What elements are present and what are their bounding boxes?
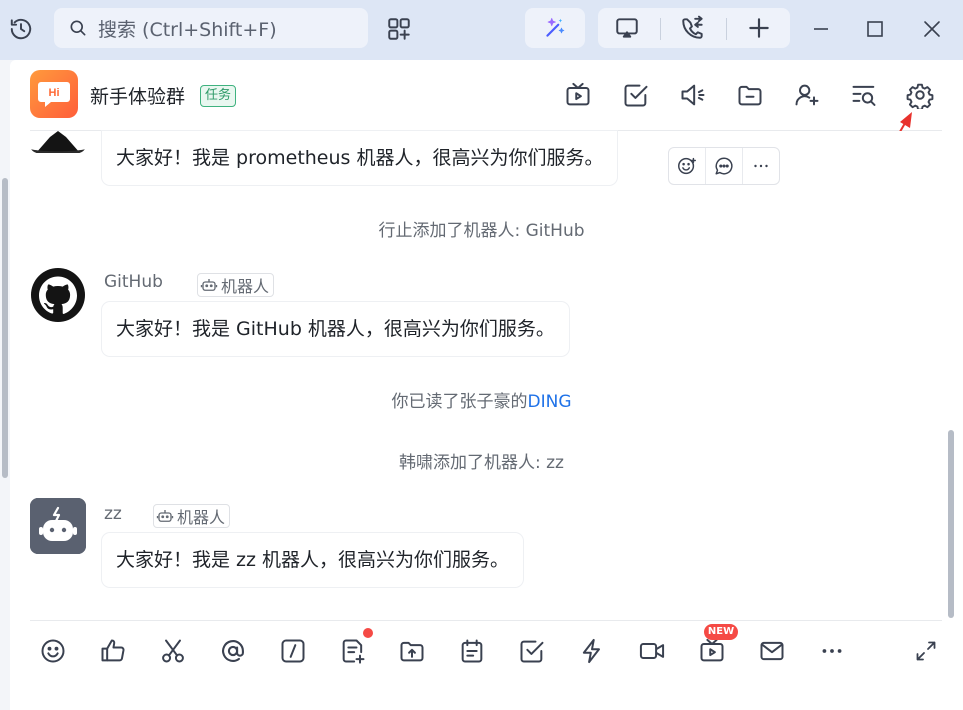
live-tv-icon[interactable] [563,80,593,110]
file-upload-icon[interactable] [397,636,427,666]
call-controls-group [598,8,790,48]
robot-tag-label: 机器人 [221,277,270,296]
folder-icon[interactable] [735,80,765,110]
slash-command-icon[interactable] [278,636,308,666]
ai-sparkle-icon [540,13,570,43]
more-icon[interactable] [817,636,847,666]
emoji-icon[interactable] [38,636,68,666]
robot-icon [156,510,174,522]
settings-icon[interactable] [905,80,935,110]
plus-icon[interactable] [744,13,774,43]
sender-avatar[interactable] [30,131,86,153]
system-message: 行止添加了机器人: GitHub [378,221,585,241]
ai-assistant-button[interactable] [525,8,585,48]
github-avatar[interactable] [30,267,86,323]
calendar-icon[interactable] [457,636,487,666]
thumbs-up-icon[interactable] [98,636,128,666]
group-avatar-text: Hi [49,87,60,99]
add-member-icon[interactable] [792,80,822,110]
todo-check-icon[interactable] [517,636,547,666]
lightning-icon[interactable] [577,636,607,666]
ding-link[interactable]: DING [528,392,572,412]
search-input[interactable]: 搜索 (Ctrl+Shift+F) [54,8,368,48]
group-avatar[interactable]: Hi [30,70,78,118]
system-message: 你已读了张子豪的DING [0,387,963,412]
title-bar: 搜索 (Ctrl+Shift+F) [0,0,963,60]
system-message-text: 你已读了张子豪的 [391,392,528,412]
toolbar-divider [30,620,942,621]
robot-tag: 机器人 [153,504,231,528]
sidebar-scrollbar[interactable] [2,178,8,478]
expand-icon[interactable] [911,636,941,666]
search-history-icon[interactable] [849,80,879,110]
message-hover-actions [668,147,780,185]
emoji-reply-icon[interactable] [669,148,706,184]
robot-icon [200,279,218,291]
sender-name[interactable]: zz [104,504,122,524]
sender-name[interactable]: GitHub [104,272,163,292]
live-icon[interactable] [697,636,727,666]
screen-share-icon[interactable] [612,13,642,43]
history-icon[interactable] [6,14,36,44]
new-badge: NEW [704,624,738,640]
message-scrollbar[interactable] [948,430,954,618]
at-mention-icon[interactable] [218,636,248,666]
search-placeholder: 搜索 (Ctrl+Shift+F) [98,18,277,41]
doc-add-icon[interactable] [338,636,368,666]
zz-robot-avatar[interactable] [30,498,86,554]
robot-tag: 机器人 [197,273,275,297]
minimize-icon[interactable] [806,14,836,44]
robot-tag-label: 机器人 [177,508,226,527]
video-call-icon[interactable] [637,636,667,666]
message-bubble[interactable]: 大家好！我是 GitHub 机器人，很高兴为你们服务。 [102,302,569,356]
reply-thread-icon[interactable] [706,148,743,184]
message-bubble[interactable]: 大家好！我是 zz 机器人，很高兴为你们服务。 [102,533,524,587]
close-icon[interactable] [917,14,947,44]
apps-add-icon[interactable] [384,14,414,44]
message-bubble[interactable]: 大家好！我是 prometheus 机器人，很高兴为你们服务。 [102,131,618,185]
search-icon [68,18,88,38]
phone-transfer-icon[interactable] [678,13,708,43]
announcement-icon[interactable] [678,80,708,110]
task-tag: 任务 [200,85,237,107]
notification-dot [363,628,373,638]
more-icon[interactable] [743,148,779,184]
system-message: 韩啸添加了机器人: zz [399,453,564,473]
task-check-icon[interactable] [621,80,651,110]
group-name[interactable]: 新手体验群 [90,82,185,109]
mail-icon[interactable] [757,636,787,666]
maximize-icon[interactable] [860,14,890,44]
scissors-icon[interactable] [158,636,188,666]
